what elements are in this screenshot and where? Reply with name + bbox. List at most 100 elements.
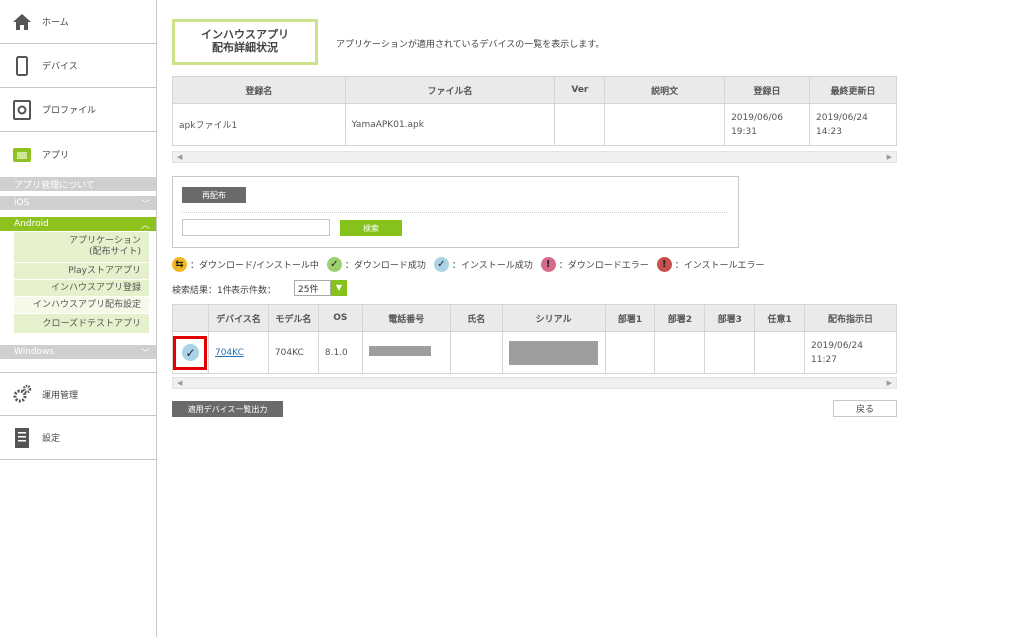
- status-highlight: ✓: [173, 335, 208, 370]
- install-error-icon: !: [656, 256, 672, 272]
- cell-last-updated: 2019/06/24 14:23: [809, 103, 897, 146]
- nav-home[interactable]: ホーム: [0, 0, 156, 44]
- chevron-down-icon: ﹀: [140, 348, 150, 359]
- th-dept3: 部署3: [704, 304, 756, 332]
- menu-android[interactable]: Android ︿: [0, 217, 156, 231]
- page-title: インハウスアプリ 配布詳細状況: [172, 19, 318, 65]
- menu-android-label: Android: [14, 219, 49, 229]
- horizontal-scrollbar[interactable]: ◀ ▶: [172, 151, 897, 163]
- document-icon: [12, 427, 32, 448]
- download-error-icon: !: [540, 256, 556, 272]
- th-dept2: 部署2: [654, 304, 706, 332]
- cell-dept3: [704, 331, 756, 374]
- cell-registered-name: apkファイル1: [172, 103, 346, 146]
- nav-home-label: ホーム: [42, 18, 69, 28]
- export-device-list-button[interactable]: 適用デバイス一覧出力: [172, 401, 283, 417]
- menu-windows-label: Windows: [14, 347, 55, 357]
- cell-device-name: 704KC: [207, 331, 269, 374]
- cell-file-name: YamaAPK01.apk: [344, 103, 556, 146]
- divider: [182, 212, 727, 213]
- legend-download-error: ：ダウンロードエラー: [558, 260, 649, 271]
- th-name: 氏名: [449, 304, 503, 332]
- cell-status: ✓: [172, 331, 209, 374]
- submenu-play-store-app[interactable]: Playストアアプリ: [14, 263, 149, 280]
- install-success-icon: ✓: [433, 256, 449, 272]
- nav-app[interactable]: アプリ: [0, 132, 156, 176]
- sidebar: ホーム デバイス プロファイル アプリ アプリ管理について iOS ﹀ Andro…: [0, 0, 157, 637]
- cell-ver: [554, 103, 606, 146]
- th-registered-name: 登録名: [172, 76, 346, 104]
- cell-optional1: [754, 331, 806, 374]
- th-dept1: 部署1: [604, 304, 656, 332]
- th-file-name: ファイル名: [344, 76, 556, 104]
- per-page-select[interactable]: 25件: [294, 280, 331, 296]
- menu-app-admin[interactable]: アプリ管理について: [0, 177, 156, 191]
- cell-description: [604, 103, 726, 146]
- submenu-inhouse-distribution[interactable]: インハウスアプリ配布設定: [14, 297, 149, 314]
- cell-dept1: [604, 331, 656, 374]
- result-count: 検索結果：1件: [172, 286, 232, 296]
- scroll-left-icon[interactable]: ◀: [177, 378, 182, 389]
- th-distribution-date: 配布指示日: [804, 304, 897, 332]
- cell-distribution-date: 2019/06/24 11:27: [804, 331, 897, 374]
- app-info-table: 登録名 ファイル名 Ver 説明文 登録日 最終更新日 apkファイル1 Yam…: [172, 76, 897, 146]
- nav-settings[interactable]: 設定: [0, 416, 156, 460]
- cell-registered-date: 2019/06/06 19:31: [724, 103, 811, 146]
- downloading-icon: ⇆: [172, 256, 187, 272]
- cell-phone: [361, 331, 451, 374]
- page-title-line2: 配布詳細状況: [212, 41, 278, 54]
- chevron-up-icon: ︿: [140, 220, 150, 231]
- per-page-label: 表示件数：: [231, 286, 277, 296]
- th-device-name: デバイス名: [207, 304, 269, 332]
- chevron-down-icon: ﹀: [140, 199, 150, 210]
- table-row: ✓ 704KC 704KC 8.1.0 2019/06/24 11:27: [172, 331, 897, 374]
- cell-name: [449, 331, 503, 374]
- dropdown-arrow-icon[interactable]: ▼: [331, 280, 347, 296]
- install-success-icon: ✓: [181, 344, 199, 361]
- legend-downloading: ：ダウンロード/インストール中: [190, 260, 319, 271]
- back-button[interactable]: 戻る: [833, 400, 897, 417]
- th-ver: Ver: [554, 76, 606, 104]
- horizontal-scrollbar[interactable]: ◀ ▶: [172, 377, 897, 389]
- app-icon: [12, 144, 32, 164]
- th-optional1: 任意1: [754, 304, 806, 332]
- th-last-updated: 最終更新日: [809, 76, 897, 104]
- redistribute-button[interactable]: 再配布: [182, 187, 246, 203]
- nav-device-label: デバイス: [42, 62, 78, 72]
- status-legend: ⇆ ：ダウンロード/インストール中 ✓ ：ダウンロード成功 ✓ ：インストール成…: [172, 256, 765, 272]
- search-panel: 再配布 検索: [172, 176, 739, 248]
- th-registered-date: 登録日: [724, 76, 811, 104]
- download-success-icon: ✓: [326, 256, 342, 272]
- scroll-right-icon[interactable]: ▶: [887, 378, 892, 389]
- nav-device[interactable]: デバイス: [0, 44, 156, 88]
- nav-operation[interactable]: 運用管理: [0, 372, 156, 416]
- submenu-app-distribution-site[interactable]: アプリケーション (配布サイト): [14, 232, 149, 263]
- cell-model: 704KC: [267, 331, 319, 374]
- device-name-link[interactable]: 704KC: [215, 348, 244, 358]
- cell-serial: [501, 331, 606, 374]
- table-row: apkファイル1 YamaAPK01.apk 2019/06/06 19:31 …: [172, 103, 897, 146]
- menu-ios[interactable]: iOS ﹀: [0, 196, 156, 210]
- th-os: OS: [317, 304, 363, 332]
- gears-icon: [12, 384, 32, 404]
- th-serial: シリアル: [501, 304, 606, 332]
- redacted-serial: [508, 340, 598, 365]
- nav-profile-label: プロファイル: [42, 106, 97, 116]
- menu-ios-label: iOS: [14, 198, 30, 208]
- search-button[interactable]: 検索: [340, 220, 402, 236]
- cell-dept2: [654, 331, 706, 374]
- page-description: アプリケーションが適用されているデバイスの一覧を表示します。: [336, 40, 605, 50]
- cell-os: 8.1.0: [317, 331, 363, 374]
- nav-profile[interactable]: プロファイル: [0, 88, 156, 132]
- th-status: [172, 304, 209, 332]
- submenu-inhouse-register[interactable]: インハウスアプリ登録: [14, 280, 149, 297]
- device-table: デバイス名 モデル名 OS 電話番号 氏名 シリアル 部署1 部署2 部署3 任…: [172, 304, 897, 374]
- search-input[interactable]: [182, 219, 330, 236]
- redacted-phone: [368, 346, 431, 356]
- submenu-closed-test-app[interactable]: クローズドテストアプリ: [14, 314, 149, 334]
- profile-gear-icon: [12, 99, 32, 120]
- scroll-left-icon[interactable]: ◀: [177, 152, 182, 163]
- scroll-right-icon[interactable]: ▶: [887, 152, 892, 163]
- menu-windows[interactable]: Windows ﹀: [0, 345, 156, 359]
- legend-install-success: ：インストール成功: [451, 260, 533, 271]
